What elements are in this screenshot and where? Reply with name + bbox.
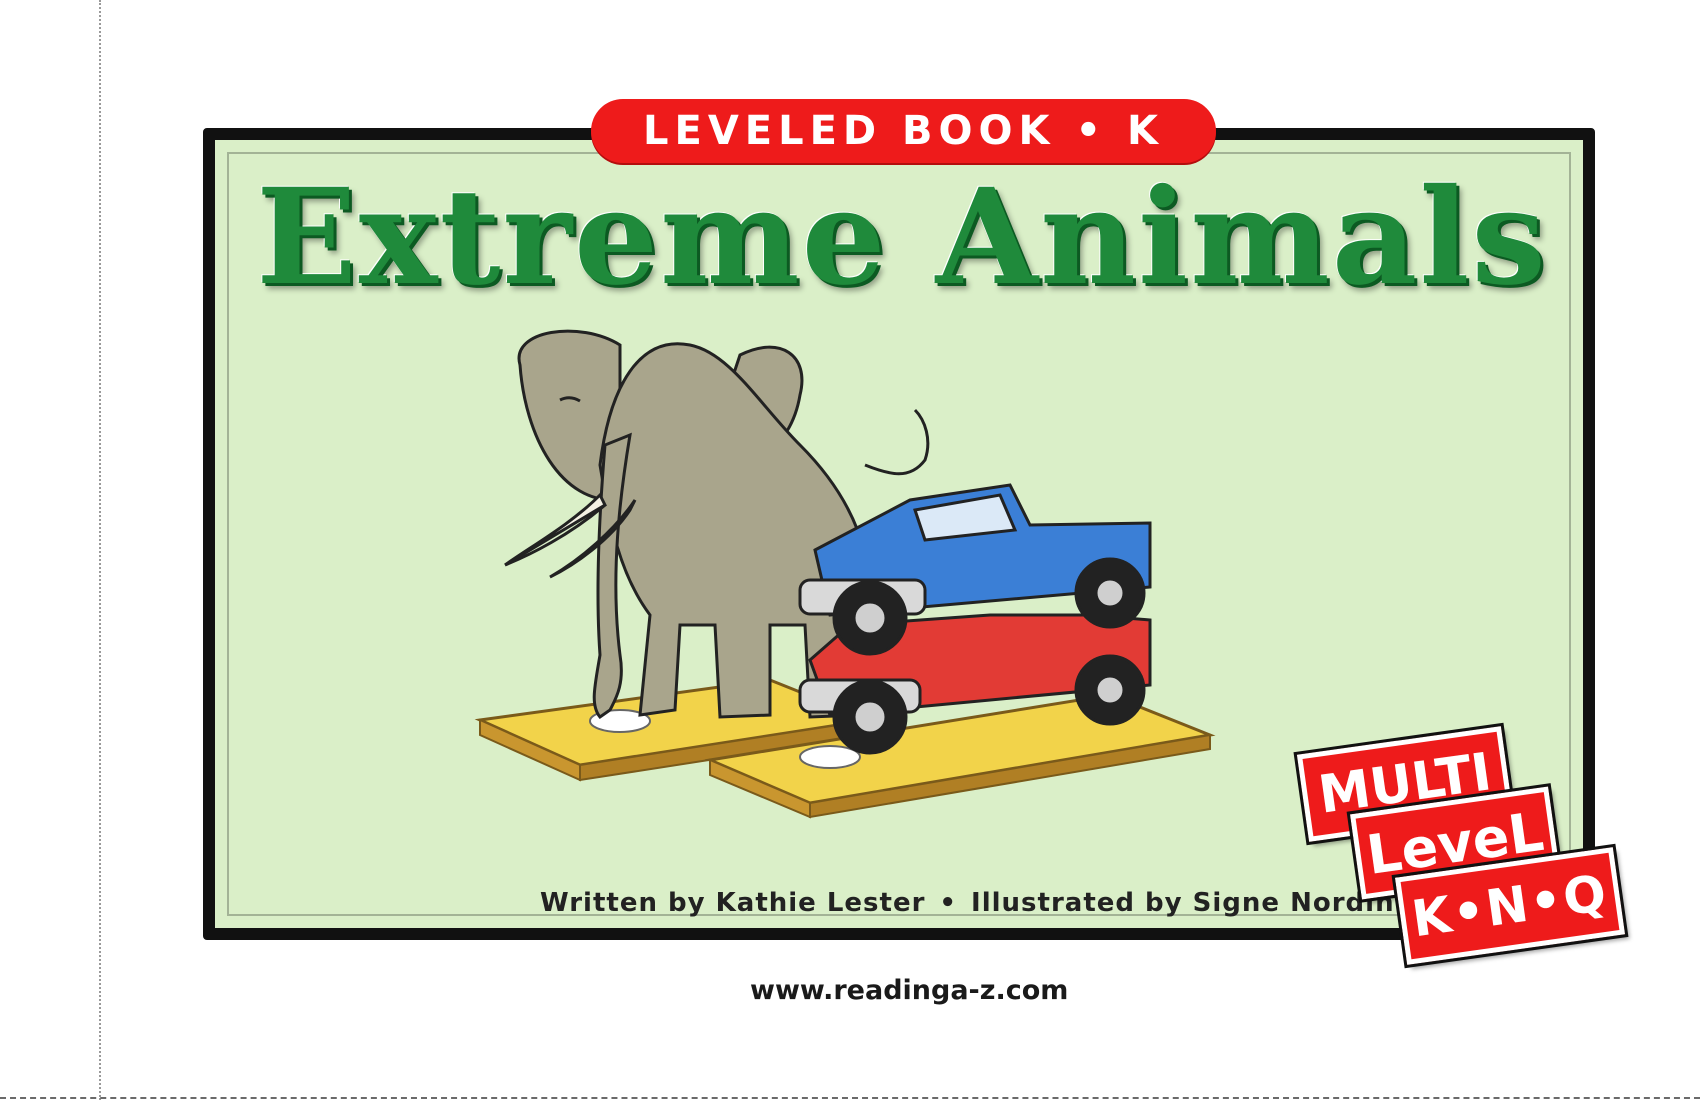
website-url-text: www.readinga-z.com [750, 975, 1069, 1006]
leveled-book-banner: LEVELED BOOK • K [591, 99, 1216, 163]
website-url[interactable]: www.readinga-z.com [750, 975, 1068, 1006]
cover-illustration [474, 329, 1216, 819]
author-credit: Written by Kathie Lester [540, 888, 926, 918]
credit-separator: • [939, 888, 958, 918]
book-credits: Written by Kathie Lester • Illustrated by … [540, 888, 1395, 918]
page-cut-line [0, 1097, 1700, 1099]
book-title: Extreme Animals [256, 160, 1548, 315]
page-fold-line [99, 0, 101, 1100]
illustrator-credit: Illustrated by Signe Nordin [971, 888, 1395, 918]
